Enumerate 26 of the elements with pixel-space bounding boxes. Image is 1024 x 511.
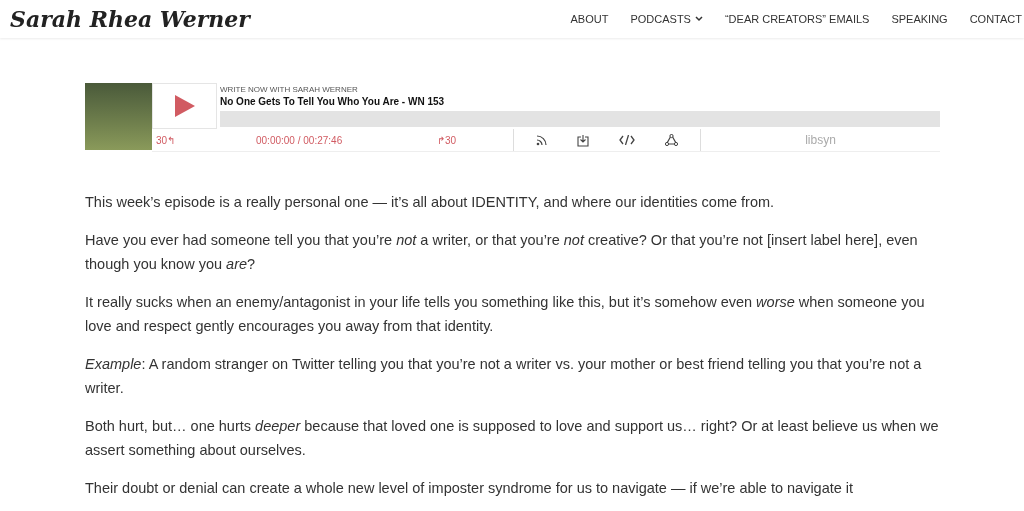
body-paragraph: Their doubt or denial can create a whole new level of imposter syndrome for us to navigate — if we’re able to navigate it [85,479,855,498]
body-paragraph: Have you ever had someone tell you that you’re not a writer, or that you’re not creative? Or that you’re not [insert label here], even though you know you are? [85,231,919,274]
nav-link[interactable]: ABOUT [570,10,609,28]
nav-link[interactable]: “DEAR CREATORS” EMAILS [724,10,870,28]
nav-link[interactable]: SPEAKING [891,10,948,28]
rss-icon[interactable] [536,134,547,146]
episode-title: No One Gets To Tell You Who You Are - WN 153 [220,95,446,108]
code-icon[interactable] [619,135,635,145]
body-paragraph: Example: A random stranger on Twitter telling you that you’re not a writer vs. your mother or best friend telling you that you’re not a writer. [85,355,923,398]
progress-track[interactable] [220,111,940,127]
share-icon[interactable] [665,134,678,146]
forward-button[interactable]: ↱30 [437,132,517,148]
show-name: WRITE NOW WITH SARAH WERNER [220,84,359,95]
body-paragraph: This week’s episode is a really personal one — it’s all about IDENTITY, and where our identities come from. [85,193,776,212]
nav-link[interactable]: CONTACT [969,10,1022,28]
play-icon [173,94,196,118]
photo-placeholder [85,83,152,150]
rewind-button[interactable]: 30↰ [156,132,226,148]
download-icon[interactable] [577,133,589,147]
chevron-down-icon [694,16,703,22]
body-paragraph: It really sucks when an enemy/antagonist in your life tells you something like this, but it’s somehow even worse when someone you love and respect gently encourages you away from that identity. [85,293,926,336]
body-paragraph: Both hurt, but… one hurts deeper because that loved one is supposed to love and support us… right? Or at least believe us when we assert something about ourselves. [85,417,940,460]
nav-link[interactable]: PODCASTS [630,10,703,28]
time-display: 00:00:00 / 00:27:46 [256,133,344,148]
play-button[interactable] [152,83,217,129]
site-title[interactable]: Sarah Rhea Werner [10,2,250,36]
